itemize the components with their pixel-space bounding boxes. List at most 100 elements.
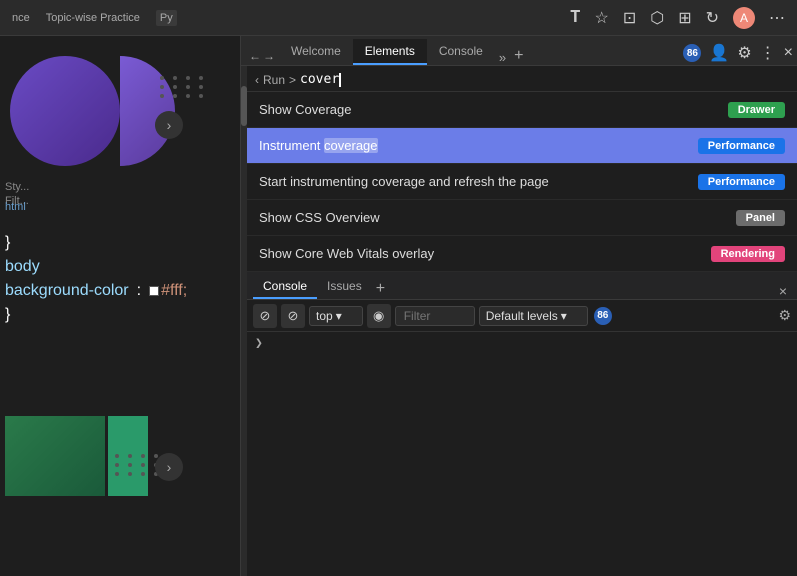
- issue-count-badge: 86: [683, 44, 701, 62]
- cmd-instrument-coverage[interactable]: Instrument coverage Performance: [247, 128, 797, 164]
- tab-issues[interactable]: Issues: [317, 275, 372, 299]
- cmd-instrument-coverage-badge: Performance: [698, 138, 785, 154]
- cast-icon[interactable]: ⊞: [678, 8, 691, 28]
- more-icon[interactable]: ⋯: [769, 8, 785, 28]
- browser-toolbar-icons: 𝐓 ☆ ⊡ ⬡ ⊞ ↻ A ⋯: [570, 7, 785, 29]
- command-palette: ‹ Run > cover: [247, 66, 797, 92]
- code-line-1: }: [5, 231, 235, 255]
- devtools-panel: ← → Welcome Elements Console » + 86 👤 ⚙ …: [240, 36, 797, 576]
- default-levels-label: Default levels: [486, 309, 558, 323]
- cmd-show-core-web-vitals-badge: Rendering: [711, 246, 785, 262]
- devtools-close-icon[interactable]: ×: [784, 44, 793, 62]
- code-line-3: background-color : #fff;: [5, 279, 235, 303]
- console-content: ❯: [247, 332, 797, 576]
- purple-circle-shape: [10, 56, 120, 166]
- top-context-select[interactable]: top ▾: [309, 306, 363, 326]
- code-line-4: }: [5, 303, 235, 327]
- style-label: Sty...: [5, 181, 29, 193]
- command-gt-icon: >: [289, 73, 296, 87]
- code-brace-close-2: }: [5, 303, 10, 327]
- nav-text-2: Topic-wise Practice: [46, 12, 140, 24]
- green-rect-shape: [5, 416, 105, 496]
- dots-top-pattern: [160, 76, 207, 98]
- console-issue-badge: 86: [594, 307, 612, 325]
- cmd-show-coverage-badge: Drawer: [728, 102, 785, 118]
- cmd-start-instrument-label: Start instrumenting coverage and refresh…: [259, 174, 549, 189]
- devtools-nav-forward-icon[interactable]: →: [263, 49, 275, 63]
- console-toolbar: ⊘ ⊘ top ▾ ◉ D: [247, 300, 797, 332]
- console-settings-icon[interactable]: ⚙: [778, 307, 791, 324]
- cmd-coverage-highlight: coverage: [324, 138, 377, 153]
- cmd-start-instrument[interactable]: Start instrumenting coverage and refresh…: [247, 164, 797, 200]
- block-icon-button[interactable]: ⊘: [281, 304, 305, 328]
- clear-console-button[interactable]: ⊘: [253, 304, 277, 328]
- cmd-show-core-web-vitals-label: Show Core Web Vitals overlay: [259, 246, 434, 261]
- run-label: Run: [263, 73, 285, 87]
- main-area: › Sty... Filt... html } body background-…: [0, 36, 797, 576]
- color-swatch: [149, 286, 159, 296]
- cmd-show-coverage[interactable]: Show Coverage Drawer: [247, 92, 797, 128]
- devtools-content: ‹ Run > cover Show Coverage Drawer: [247, 66, 797, 576]
- devtools-more-icon[interactable]: ⋮: [760, 43, 776, 63]
- next-arrow-bottom-button[interactable]: ›: [155, 453, 183, 481]
- eye-icon-button[interactable]: ◉: [367, 304, 391, 328]
- code-body-selector: body: [5, 255, 40, 279]
- cmd-start-instrument-badge: Performance: [698, 174, 785, 190]
- cmd-show-core-web-vitals[interactable]: Show Core Web Vitals overlay Rendering: [247, 236, 797, 272]
- tab-elements[interactable]: Elements: [353, 39, 427, 65]
- nav-text-1: nce: [12, 12, 30, 24]
- console-area: Console Issues + × ⊘ ⊘ top: [247, 272, 797, 576]
- devtools-settings-icon[interactable]: ⚙: [737, 43, 751, 63]
- add-console-tab-icon[interactable]: +: [372, 281, 389, 297]
- nav-text-3: Py: [156, 10, 177, 26]
- devtools-tab-bar: ← → Welcome Elements Console » + 86 👤 ⚙ …: [241, 36, 797, 66]
- top-context-label: top: [316, 309, 333, 323]
- browser-nav-left: nce Topic-wise Practice Py: [12, 10, 177, 26]
- code-colon: :: [137, 279, 141, 303]
- default-levels-chevron: ▾: [561, 309, 567, 323]
- tab-console[interactable]: Console: [253, 275, 317, 299]
- browser-top-bar: nce Topic-wise Practice Py 𝐓 ☆ ⊡ ⬡ ⊞ ↻ A…: [0, 0, 797, 36]
- sync-icon[interactable]: ↻: [706, 8, 719, 28]
- html-ref-link[interactable]: html: [5, 201, 26, 213]
- default-levels-select[interactable]: Default levels ▾: [479, 306, 588, 326]
- webpage-preview: › Sty... Filt... html } body background-…: [0, 36, 240, 576]
- star-icon[interactable]: ☆: [594, 8, 608, 28]
- more-tabs-icon[interactable]: »: [495, 50, 510, 65]
- avatar[interactable]: A: [733, 7, 755, 29]
- add-tab-icon[interactable]: +: [510, 47, 527, 65]
- code-bg-prop: background-color: [5, 279, 129, 303]
- devtools-user-icon[interactable]: 👤: [709, 43, 729, 63]
- code-bg-value-group: #fff;: [149, 279, 187, 303]
- split-icon[interactable]: ⊡: [623, 8, 636, 28]
- command-input-value: cover: [300, 72, 339, 87]
- console-prompt: ❯: [255, 336, 789, 351]
- cmd-show-css-overview-label: Show CSS Overview: [259, 210, 380, 225]
- console-tabs-bar: Console Issues + ×: [247, 272, 797, 300]
- cmd-show-coverage-label: Show Coverage: [259, 102, 352, 117]
- next-arrow-top-button[interactable]: ›: [155, 111, 183, 139]
- tab-console-top[interactable]: Console: [427, 39, 495, 65]
- devtools-nav-back-icon[interactable]: ←: [249, 49, 261, 63]
- close-console-tab-icon[interactable]: ×: [775, 283, 791, 299]
- devtools-tab-icons: 86 👤 ⚙ ⋮ ×: [683, 43, 793, 65]
- cmd-instrument-coverage-label: Instrument coverage: [259, 138, 378, 153]
- command-arrow-icon: ‹: [255, 73, 259, 87]
- extensions-icon[interactable]: ⬡: [650, 8, 664, 28]
- cmd-show-css-overview[interactable]: Show CSS Overview Panel: [247, 200, 797, 236]
- tab-welcome[interactable]: Welcome: [279, 39, 353, 65]
- devtools-inner: ‹ Run > cover Show Coverage Drawer: [241, 66, 797, 576]
- command-input-text[interactable]: cover: [300, 72, 341, 87]
- code-line-2: body: [5, 255, 235, 279]
- devtools-nav-arrows: ← →: [245, 47, 279, 65]
- code-brace-close-1: }: [5, 231, 10, 255]
- command-dropdown: Show Coverage Drawer Instrument coverage…: [247, 92, 797, 272]
- code-bg-value: #fff;: [161, 279, 187, 303]
- cmd-show-css-overview-badge: Panel: [736, 210, 785, 226]
- text-cursor: [339, 73, 341, 87]
- console-filter-input[interactable]: [395, 306, 475, 326]
- top-context-chevron: ▾: [336, 309, 342, 323]
- text-cursor-icon[interactable]: 𝐓: [570, 9, 580, 27]
- source-code-area: } body background-color : #fff; }: [5, 231, 235, 327]
- command-input-row: ‹ Run > cover: [255, 72, 789, 87]
